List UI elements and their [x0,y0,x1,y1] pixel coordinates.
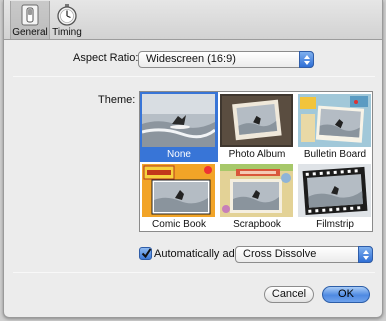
theme-label: Theme: [98,94,136,106]
popup-arrows-icon [358,246,373,263]
auto-add-label: Automatically add: [154,248,244,260]
switch-icon [21,4,39,26]
tab-timing-label: Timing [52,27,82,38]
transition-popup[interactable]: Cross Dissolve [235,246,373,263]
theme-item-photo-album[interactable]: Photo Album [218,92,296,162]
theme-item-label: Filmstrip [316,219,354,230]
checkmark-icon [141,248,152,259]
popup-arrows-icon [299,51,314,68]
tab-general[interactable]: General [10,1,50,39]
ok-button[interactable]: OK [322,286,370,303]
cancel-button[interactable]: Cancel [264,286,314,303]
theme-item-none[interactable]: None [140,92,218,162]
theme-item-label: None [167,149,191,160]
theme-item-bulletin-board[interactable]: Bulletin Board [296,92,374,162]
aspect-ratio-popup[interactable]: Widescreen (16:9) [138,51,314,68]
toolbar: General Timing [4,0,382,40]
aspect-ratio-value: Widescreen (16:9) [146,53,236,65]
bulletin-board-thumbnail-image [298,94,371,147]
project-properties-window: General Timing Aspect Ratio: Widescreen … [3,0,383,318]
separator-bottom [13,272,375,273]
transition-value: Cross Dissolve [243,248,317,260]
theme-item-filmstrip[interactable]: Filmstrip [296,162,374,232]
theme-item-label: Scrapbook [233,219,281,230]
theme-item-label: Comic Book [152,219,206,230]
theme-grid: None Photo Album Bulletin Board Comic Bo… [139,91,373,232]
aspect-ratio-label: Aspect Ratio: [73,52,139,64]
theme-item-scrapbook[interactable]: Scrapbook [218,162,296,232]
stopwatch-icon [57,4,77,26]
surf-thumbnail-image [142,94,215,147]
comic-book-thumbnail-image [142,164,215,217]
filmstrip-thumbnail-image [298,164,371,217]
theme-item-label: Photo Album [228,149,286,160]
photo-album-thumbnail-image [220,94,293,147]
auto-add-checkbox[interactable] [139,247,152,260]
theme-item-comic-book[interactable]: Comic Book [140,162,218,232]
separator-top [13,76,375,77]
scrapbook-thumbnail-image [220,164,293,217]
tab-timing[interactable]: Timing [50,1,84,39]
theme-item-label: Bulletin Board [303,149,367,160]
tab-general-label: General [12,27,48,38]
